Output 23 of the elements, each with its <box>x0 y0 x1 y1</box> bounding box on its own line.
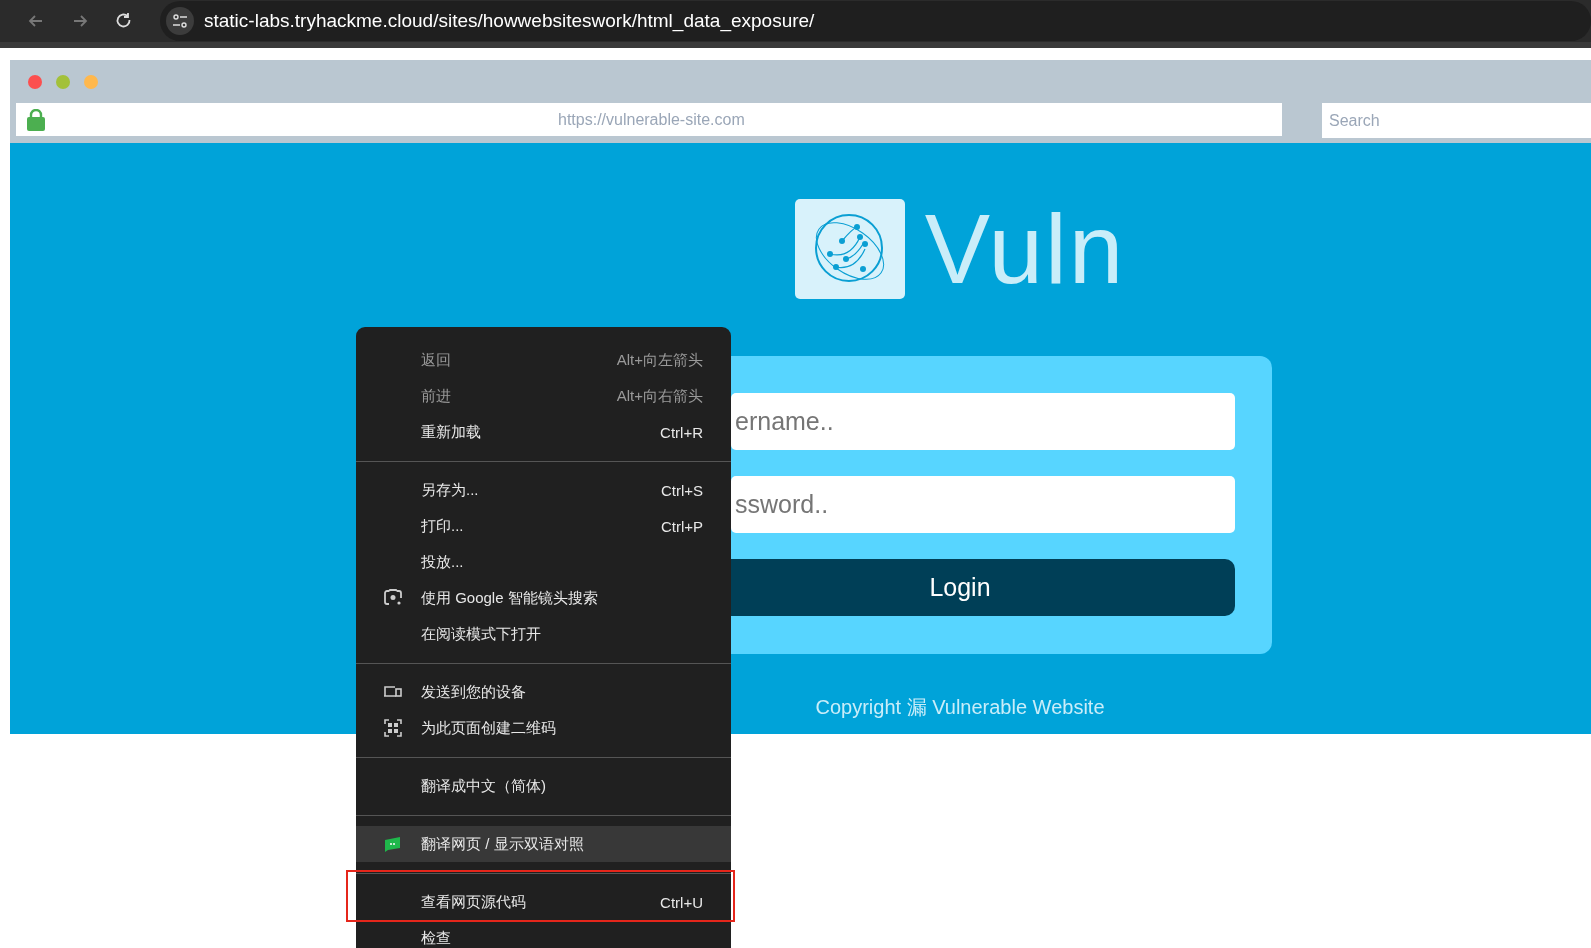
qr-code-icon <box>383 718 403 738</box>
chat-bubble-icon <box>383 834 403 854</box>
menu-item[interactable]: 检查 <box>356 920 731 948</box>
menu-item[interactable]: 翻译网页 / 显示双语对照 <box>356 826 731 862</box>
menu-item[interactable]: 为此页面创建二维码 <box>356 710 731 746</box>
lock-icon <box>26 108 46 131</box>
menu-item[interactable]: 打印... Ctrl+P <box>356 508 731 544</box>
logo-text: Vuln <box>924 192 1126 306</box>
menu-item[interactable]: 在阅读模式下打开 <box>356 616 731 652</box>
copyright-text: Copyright 漏 Vulnerable Website <box>815 695 1105 720</box>
menu-item[interactable]: 发送到您的设备 <box>356 674 731 710</box>
menu-item[interactable]: 翻译成中文（简体) <box>356 768 731 804</box>
site-info-icon[interactable] <box>166 7 194 35</box>
camera-search-icon <box>383 588 403 608</box>
close-icon[interactable] <box>28 74 42 89</box>
globe-logo-icon <box>794 199 905 299</box>
username-field[interactable]: ername.. <box>731 393 1235 450</box>
menu-item[interactable]: 查看网页源代码 Ctrl+U <box>356 884 731 920</box>
menu-item[interactable]: 另存为... Ctrl+S <box>356 472 731 508</box>
search-field[interactable]: Search <box>1322 103 1591 138</box>
menu-item[interactable]: 重新加载 Ctrl+R <box>356 414 731 450</box>
password-field[interactable]: ssword.. <box>731 476 1235 533</box>
address-bar[interactable]: static-labs.tryhackme.cloud/sites/howwebsiteswork/html_data_exposure/ <box>160 1 1591 41</box>
